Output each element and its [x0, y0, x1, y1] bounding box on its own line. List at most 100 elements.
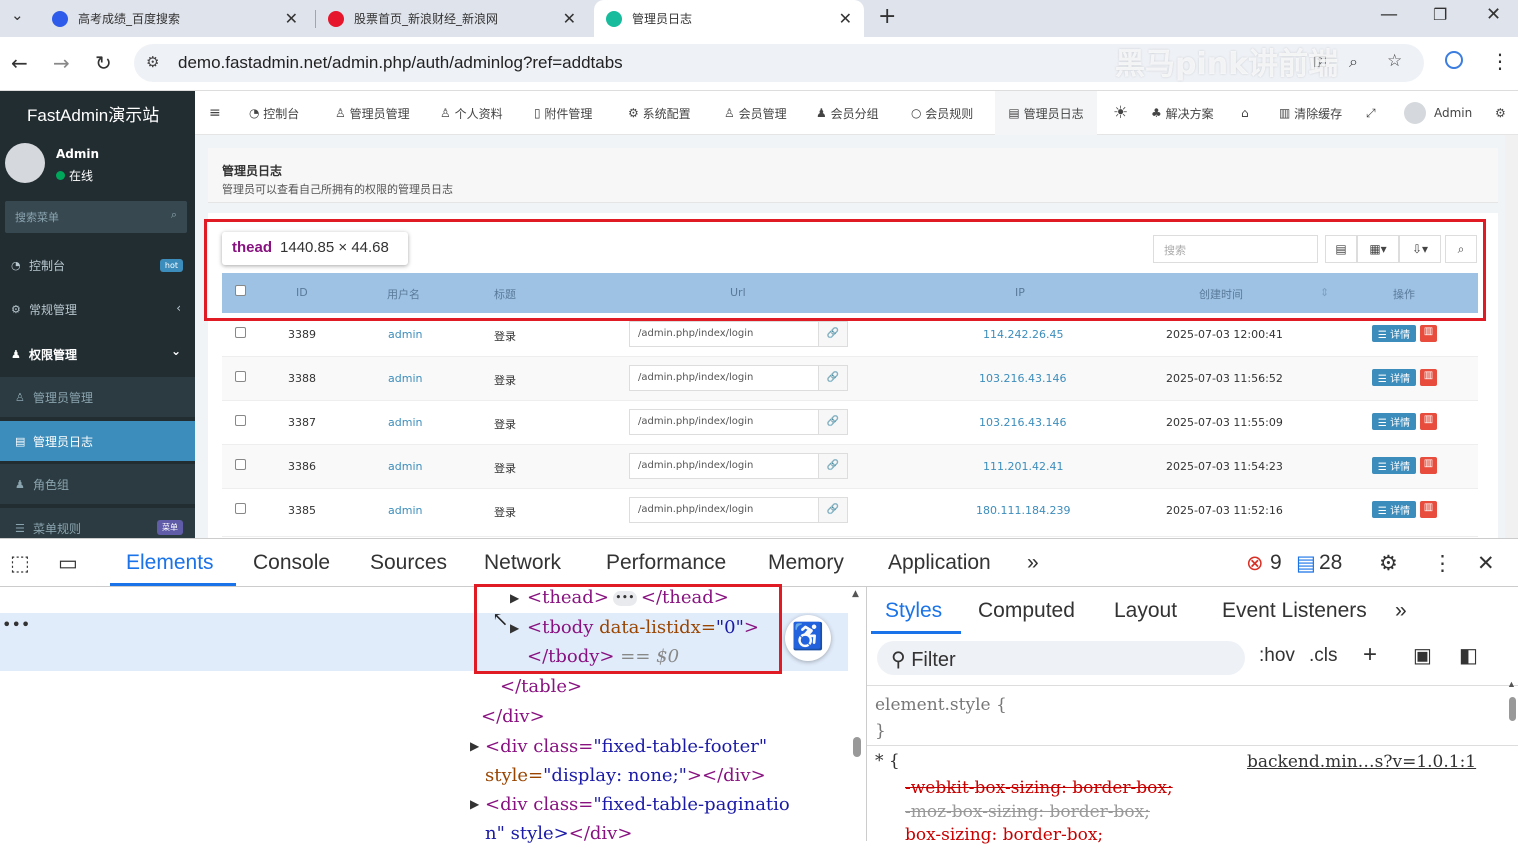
- settings-gear-icon[interactable]: ⚙: [1379, 551, 1398, 576]
- nav-tab-admin-log[interactable]: ▤ 管理员日志: [995, 91, 1097, 135]
- expand-triangle-icon[interactable]: ▶: [470, 797, 479, 811]
- hov-button[interactable]: :hov: [1259, 645, 1295, 667]
- dom-node-pagination-2[interactable]: n" style></div>: [485, 823, 632, 844]
- sidebar-item-dashboard[interactable]: ◔ 控制台 hot: [0, 245, 195, 285]
- search-icon[interactable]: ⌕: [171, 208, 177, 222]
- dom-node-footer-style[interactable]: style="display: none;"></div>: [485, 765, 766, 786]
- new-rule-plus-icon[interactable]: +: [1363, 641, 1377, 669]
- dom-node-div-close[interactable]: </div>: [481, 706, 545, 727]
- nav-tab-profile[interactable]: ♙ 个人资料: [440, 91, 503, 135]
- cell-url[interactable]: /admin.php/index/login: [629, 453, 819, 479]
- message-icon[interactable]: ▤: [1296, 551, 1316, 576]
- dom-node-table-close[interactable]: </table>: [500, 676, 582, 697]
- more-tabs-icon[interactable]: »: [1027, 551, 1039, 575]
- cell-ip[interactable]: 103.216.43.146: [979, 372, 1066, 385]
- style-prop-webkit[interactable]: -webkit-box-sizing: border-box;: [905, 778, 1173, 798]
- scroll-up-icon[interactable]: ▲: [1507, 679, 1516, 689]
- tab-sources[interactable]: Sources: [370, 551, 447, 575]
- tab-layout[interactable]: Layout: [1114, 599, 1177, 623]
- more-tabs-icon[interactable]: »: [1395, 599, 1407, 623]
- nav-solutions[interactable]: ♣ 解决方案: [1151, 91, 1214, 135]
- tab-performance[interactable]: Performance: [606, 551, 726, 575]
- reload-icon[interactable]: ↻: [95, 51, 112, 75]
- tab-console[interactable]: Console: [253, 551, 330, 575]
- cls-button[interactable]: .cls: [1309, 645, 1338, 667]
- profile-icon[interactable]: [1445, 51, 1463, 69]
- delete-trash-icon[interactable]: ▥: [1420, 413, 1437, 430]
- error-icon[interactable]: ⊗: [1246, 551, 1264, 576]
- styles-filter-input[interactable]: ⚲ Filter: [877, 641, 1245, 675]
- cell-ip[interactable]: 114.242.26.45: [983, 328, 1063, 341]
- cell-url[interactable]: /admin.php/index/login: [629, 365, 819, 391]
- row-checkbox[interactable]: [235, 415, 246, 426]
- row-checkbox[interactable]: [235, 327, 246, 338]
- detail-button[interactable]: ☰ 详情: [1372, 501, 1416, 518]
- nav-tab-member-rules[interactable]: ○ 会员规则: [911, 91, 973, 135]
- element-style-rule[interactable]: element.style {: [875, 695, 1007, 715]
- sidebar-item-permissions[interactable]: ♟ 权限管理 ⌄: [0, 334, 195, 374]
- cell-ip[interactable]: 103.216.43.146: [979, 416, 1066, 429]
- browser-menu-icon[interactable]: ⋮: [1490, 49, 1510, 73]
- device-toolbar-icon[interactable]: ▭: [58, 551, 78, 576]
- detail-button[interactable]: ☰ 详情: [1372, 369, 1416, 386]
- home-icon[interactable]: ⌂: [1241, 91, 1249, 135]
- row-checkbox[interactable]: [235, 371, 246, 382]
- cell-url[interactable]: /admin.php/index/login: [629, 497, 819, 523]
- browser-tab-sina[interactable]: 股票首页_新浪财经_新浪网 ✕: [318, 0, 588, 37]
- back-arrow-icon[interactable]: ←: [11, 51, 28, 75]
- restore-icon[interactable]: ❐: [1433, 5, 1447, 24]
- new-tab-button[interactable]: +: [878, 4, 896, 29]
- cell-url[interactable]: /admin.php/index/login: [629, 321, 819, 347]
- cell-user[interactable]: admin: [388, 372, 422, 385]
- styles-scrollbar[interactable]: ▲: [1507, 677, 1517, 841]
- detail-button[interactable]: ☰ 详情: [1372, 457, 1416, 474]
- dom-node-pagination[interactable]: <div class="fixed-table-paginatio: [485, 794, 790, 815]
- theme-sun-icon[interactable]: ☀: [1113, 91, 1128, 135]
- link-icon[interactable]: 🔗: [819, 453, 848, 479]
- error-count[interactable]: 9: [1270, 551, 1282, 575]
- expand-triangle-icon[interactable]: ▶: [470, 739, 479, 753]
- bookmark-star-icon[interactable]: ☆: [1387, 51, 1402, 71]
- sidebar-toggle-icon[interactable]: ≡: [209, 91, 221, 135]
- close-devtools-icon[interactable]: ✕: [1477, 551, 1495, 576]
- sidebar-search-input[interactable]: 搜索菜单 ⌕: [5, 201, 187, 233]
- app-logo[interactable]: FastAdmin演示站: [0, 91, 195, 135]
- dom-node-footer[interactable]: <div class="fixed-table-footer": [485, 736, 767, 757]
- style-prop-box-sizing[interactable]: box-sizing: border-box;: [905, 825, 1103, 845]
- link-icon[interactable]: 🔗: [819, 365, 848, 391]
- scroll-up-icon[interactable]: ▲: [852, 589, 859, 599]
- tab-memory[interactable]: Memory: [768, 551, 844, 575]
- link-icon[interactable]: 🔗: [819, 321, 848, 347]
- close-window-icon[interactable]: ✕: [1486, 4, 1501, 25]
- style-prop-moz[interactable]: -moz-box-sizing: border-box;: [905, 802, 1150, 822]
- cell-ip[interactable]: 180.111.184.239: [976, 504, 1070, 517]
- tab-styles[interactable]: Styles: [885, 599, 942, 623]
- scroll-thumb[interactable]: [1509, 697, 1516, 721]
- settings-icon[interactable]: ⚙: [1495, 91, 1506, 135]
- nav-tab-config[interactable]: ⚙ 系统配置: [628, 91, 691, 135]
- nav-tab-admin-manage[interactable]: ♙ 管理员管理: [335, 91, 410, 135]
- cell-url[interactable]: /admin.php/index/login: [629, 409, 819, 435]
- detail-button[interactable]: ☰ 详情: [1372, 413, 1416, 430]
- site-info-icon[interactable]: ⚙: [146, 53, 159, 71]
- tab-event-listeners[interactable]: Event Listeners: [1222, 599, 1367, 623]
- delete-trash-icon[interactable]: ▥: [1420, 369, 1437, 386]
- nav-tab-attachments[interactable]: ▯ 附件管理: [534, 91, 592, 135]
- tab-computed[interactable]: Computed: [978, 599, 1075, 623]
- link-icon[interactable]: 🔗: [819, 409, 848, 435]
- fullscreen-icon[interactable]: ⤢: [1366, 91, 1376, 135]
- sidebar-item-menu-rules[interactable]: ☰ 菜单规则 菜单: [0, 508, 195, 538]
- cell-user[interactable]: admin: [388, 328, 422, 341]
- sidebar-item-admin-log[interactable]: ▤ 管理员日志: [0, 421, 195, 461]
- close-tab-icon[interactable]: ✕: [285, 9, 298, 28]
- minimize-icon[interactable]: —: [1380, 4, 1398, 25]
- delete-trash-icon[interactable]: ▥: [1420, 325, 1437, 342]
- accessibility-icon[interactable]: ♿: [785, 615, 831, 661]
- paint-brush-icon[interactable]: ▣: [1413, 643, 1432, 668]
- nav-admin-user[interactable]: Admin: [1404, 91, 1472, 135]
- browser-tab-adminlog[interactable]: 管理员日志 ✕: [594, 0, 864, 37]
- ellipsis-icon[interactable]: •••: [2, 615, 30, 634]
- nav-tab-members[interactable]: ♙ 会员管理: [724, 91, 787, 135]
- browser-tab-baidu[interactable]: 高考成绩_百度搜索 ✕: [40, 0, 310, 37]
- sidebar-item-general[interactable]: ⚙ 常规管理 ‹: [0, 289, 195, 329]
